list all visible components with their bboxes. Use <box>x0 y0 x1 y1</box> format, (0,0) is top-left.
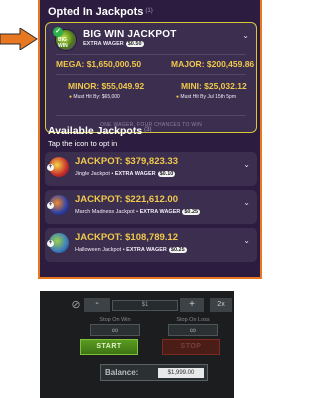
chevron-down-icon[interactable]: ⌄ <box>243 198 250 207</box>
no-bet-icon[interactable]: ⊘ <box>68 298 84 312</box>
available-title: Available Jackpots <box>48 125 143 137</box>
double-stake-button[interactable]: 2x <box>210 298 232 312</box>
stop-button[interactable]: STOP <box>162 339 220 355</box>
major-jackpot-value: MAJOR: $200,459.86 <box>171 59 255 69</box>
drop-icon: ● <box>176 94 180 100</box>
opted-in-heading: Opted In Jackpots (1) <box>48 6 153 18</box>
stake-input[interactable]: $1 <box>112 300 178 311</box>
jackpot-amount: JACKPOT: $379,823.33 <box>75 156 178 167</box>
opt-in-plus-icon: + <box>47 202 54 209</box>
jackpot-name: March Madness Jackpot <box>75 209 135 215</box>
available-heading: Available Jackpots (3) <box>48 125 152 137</box>
chevron-down-icon[interactable]: ⌄ <box>243 160 250 169</box>
badge-text: BIG WIN <box>58 37 68 49</box>
mega-jackpot-value: MEGA: $1,650,000.50 <box>56 59 142 69</box>
mini-jackpot-value: MINI: $25,032.12 <box>181 81 247 91</box>
minor-jackpot-value: MINOR: $55,049.92 <box>68 81 145 91</box>
wager-value-pill: $0.25 <box>182 209 201 215</box>
jingle-jackpot-card[interactable]: + JACKPOT: $379,823.33 Jingle Jackpot • … <box>45 152 257 186</box>
available-subtitle: Tap the icon to opt in <box>48 139 118 148</box>
opt-in-plus-icon: + <box>47 164 54 171</box>
stop-on-win-input[interactable]: ∞ <box>90 324 140 336</box>
wager-label: EXTRA WAGER <box>126 247 167 253</box>
wager-value-pill: $0.50 <box>125 41 144 47</box>
stop-on-loss-label: Stop On Loss <box>176 317 210 323</box>
wager-label: EXTRA WAGER <box>114 171 156 177</box>
stop-on-win-label: Stop On Win <box>99 317 131 323</box>
jingle-jackpot-icon[interactable]: + <box>47 157 69 177</box>
opted-in-title: Opted In Jackpots <box>48 6 144 18</box>
chevron-down-icon[interactable]: ⌄ <box>242 31 249 40</box>
wager-value-pill: $0.10 <box>157 171 176 177</box>
opted-in-count: (1) <box>145 8 153 14</box>
stake-row: ⊘ - $1 + 2x <box>40 298 234 312</box>
march-madness-jackpot-icon[interactable]: + <box>47 195 69 215</box>
jackpot-desc: Halloween Jackpot • EXTRA WAGER $0.25 <box>75 247 187 253</box>
wager-label: EXTRA WAGER <box>83 41 124 47</box>
jackpot-amount: JACKPOT: $221,612.00 <box>75 194 178 205</box>
march-madness-jackpot-card[interactable]: + JACKPOT: $221,612.00 March Madness Jac… <box>45 190 257 224</box>
balance-field: Balance: $1,999.00 <box>100 364 208 381</box>
start-button[interactable]: START <box>80 339 138 355</box>
halloween-jackpot-card[interactable]: + JACKPOT: $108,789.12 Halloween Jackpot… <box>45 228 257 262</box>
minor-note: ● Must Hit By: $65,000 <box>69 94 120 100</box>
opt-in-plus-icon: + <box>47 240 54 247</box>
pointer-arrow-icon <box>0 28 38 50</box>
screen: Opted In Jackpots (1) ✓ BIG WIN BIG WIN J… <box>0 0 263 398</box>
available-count: (3) <box>144 127 152 133</box>
wager-label: EXTRA WAGER <box>139 209 181 215</box>
balance-label: Balance: <box>105 368 139 377</box>
jackpot-desc: Jingle Jackpot • EXTRA WAGER $0.10 <box>75 171 176 177</box>
big-win-wager-line: EXTRA WAGER $0.50 <box>83 41 144 47</box>
drop-icon: ● <box>69 94 73 100</box>
chevron-down-icon[interactable]: ⌄ <box>243 236 250 245</box>
jackpot-name: Halloween Jackpot <box>75 247 122 253</box>
divider <box>56 54 246 55</box>
increase-stake-button[interactable]: + <box>180 298 204 312</box>
mini-note-text: Must Hit By Jul 15th 5pm <box>180 94 236 100</box>
opted-in-check-icon: ✓ <box>53 27 63 37</box>
stop-on-loss-input[interactable]: ∞ <box>168 324 218 336</box>
big-win-jackpot-title: BIG WIN JACKPOT <box>83 29 177 40</box>
divider <box>56 74 246 75</box>
jackpot-name: Jingle Jackpot <box>75 171 110 177</box>
jackpot-desc: March Madness Jackpot • EXTRA WAGER $0.25 <box>75 209 201 215</box>
bet-controls: ⊘ - $1 + 2x Stop On Win ∞ Stop On Loss ∞… <box>40 291 234 398</box>
big-win-jackpot-card[interactable]: ✓ BIG WIN BIG WIN JACKPOT EXTRA WAGER $0.… <box>45 22 257 133</box>
wager-value-pill: $0.25 <box>168 247 187 253</box>
halloween-jackpot-icon[interactable]: + <box>47 233 69 253</box>
mini-note: ● Must Hit By Jul 15th 5pm <box>176 94 236 100</box>
decrease-stake-button[interactable]: - <box>84 298 110 312</box>
minor-note-text: Must Hit By: $65,000 <box>73 94 120 100</box>
jackpot-amount: JACKPOT: $108,789.12 <box>75 232 178 243</box>
balance-value: $1,999.00 <box>158 368 204 378</box>
big-win-jackpot-icon[interactable]: ✓ BIG WIN <box>53 27 77 51</box>
divider <box>56 115 246 116</box>
jackpot-panel: Opted In Jackpots (1) ✓ BIG WIN BIG WIN J… <box>38 0 262 279</box>
